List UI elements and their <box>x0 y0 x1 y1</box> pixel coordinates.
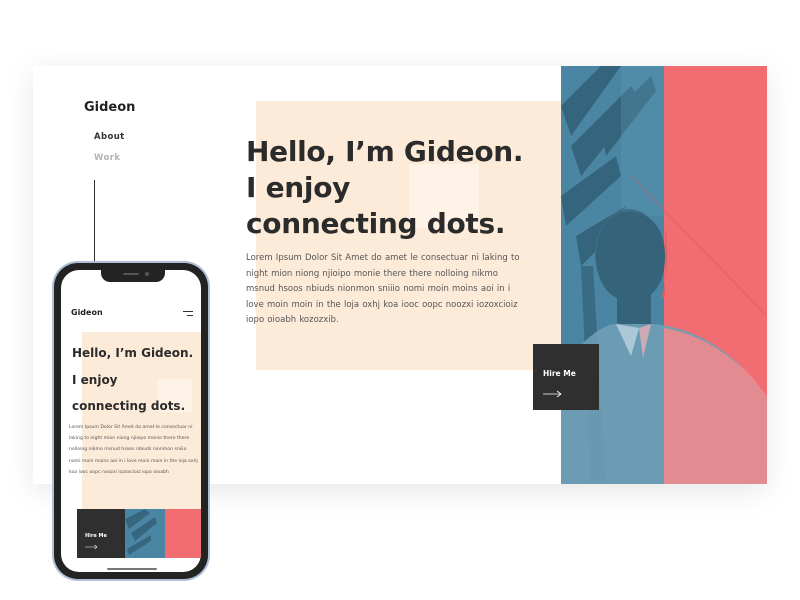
mobile-hero-headline: Hello, I’m Gideon. I enjoy connecting do… <box>72 340 201 420</box>
hire-me-button[interactable]: Hire Me <box>533 344 599 410</box>
hero-headline-line-1: Hello, I’m Gideon. <box>246 135 524 168</box>
mobile-palm-icon <box>125 509 157 555</box>
portrait-figure-icon <box>561 66 767 484</box>
arrow-right-icon <box>543 390 562 398</box>
phone-speaker <box>123 273 139 275</box>
phone-camera <box>145 272 149 276</box>
hero-headline-line-2: I enjoy <box>246 171 351 204</box>
phone-mockup: Gideon Hello, I’m Gideon. I enjoy connec… <box>52 261 210 581</box>
hero-portrait-photo <box>561 66 767 484</box>
mobile-headline-line-2: I enjoy <box>72 372 118 387</box>
mobile-headline-line-3: connecting dots. <box>72 399 186 413</box>
hire-me-label: Hire Me <box>543 369 576 378</box>
arrow-right-icon <box>85 544 98 550</box>
nav-item-work[interactable]: Work <box>94 153 125 163</box>
hero-headline-line-3: connecting dots. <box>246 207 506 240</box>
hero-headline: Hello, I’m Gideon. I enjoy connecting do… <box>246 134 546 242</box>
mobile-portrait-photo <box>125 509 201 558</box>
site-logo[interactable]: Gideon <box>84 100 135 115</box>
mobile-headline-line-1: Hello, I’m Gideon. <box>72 346 194 360</box>
side-nav: About Work <box>94 132 125 174</box>
mobile-hire-me-label: Hire Me <box>85 533 107 539</box>
hamburger-menu-icon[interactable] <box>183 311 193 317</box>
mobile-hire-me-button[interactable]: Hire Me <box>77 509 125 558</box>
nav-item-about[interactable]: About <box>94 132 125 142</box>
hero-paragraph: Lorem Ipsum Dolor Sit Amet do amet le co… <box>246 253 520 325</box>
mobile-hero-paragraph: Lorem Ipsum Dolor Sit Amet do amet le co… <box>69 425 198 475</box>
phone-frame: Gideon Hello, I’m Gideon. I enjoy connec… <box>54 263 208 579</box>
phone-notch <box>101 270 165 282</box>
phone-home-indicator <box>107 568 157 570</box>
phone-screen: Gideon Hello, I’m Gideon. I enjoy connec… <box>61 270 201 572</box>
mobile-site-logo[interactable]: Gideon <box>71 308 103 317</box>
